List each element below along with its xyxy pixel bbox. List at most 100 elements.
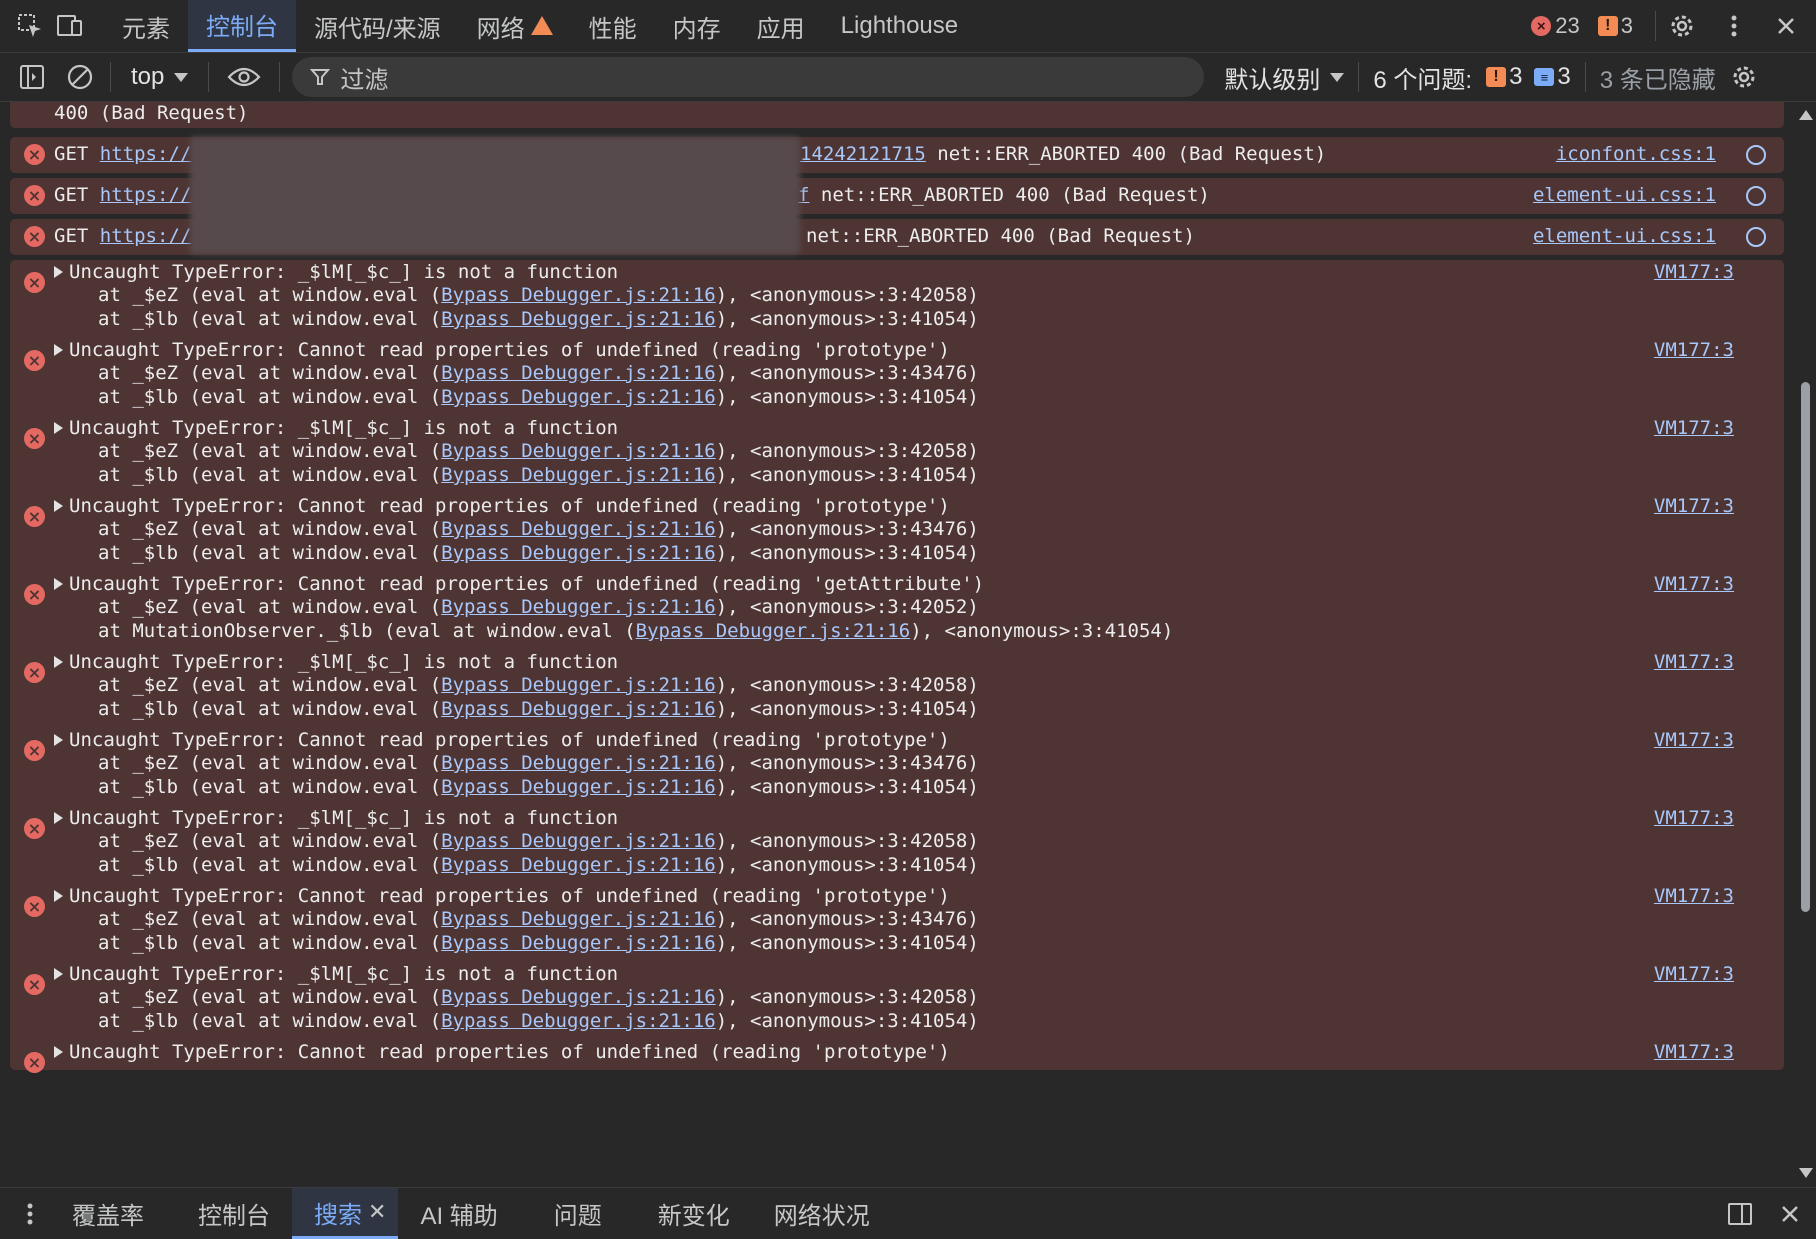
request-url-link[interactable]: https://	[100, 143, 192, 165]
stack-frame-link[interactable]: Bypass Debugger.js:21:16	[441, 776, 716, 798]
drawer-tab-changes[interactable]: 新变化	[636, 1188, 752, 1239]
source-link[interactable]: VM177:3	[1654, 883, 1734, 910]
expand-triangle-icon[interactable]	[54, 734, 63, 746]
stack-frame-link[interactable]: Bypass Debugger.js:21:16	[441, 596, 716, 618]
sidebar-toggle-icon[interactable]	[8, 53, 56, 101]
tab-lighthouse[interactable]: Lighthouse	[823, 0, 976, 52]
source-link[interactable]: VM177:3	[1654, 805, 1734, 832]
stack-frame-link[interactable]: Bypass Debugger.js:21:16	[441, 308, 716, 330]
tab-application[interactable]: 应用	[739, 0, 823, 52]
source-link[interactable]: VM177:3	[1654, 727, 1734, 754]
source-link[interactable]: VM177:3	[1654, 259, 1734, 286]
log-levels-dropdown[interactable]: 默认级别	[1224, 60, 1345, 95]
request-url-link[interactable]: https://	[100, 184, 192, 206]
stack-frame-link[interactable]: Bypass Debugger.js:21:16	[441, 464, 716, 486]
stack-frame-link[interactable]: Bypass Debugger.js:21:16	[636, 620, 911, 642]
more-vertical-icon[interactable]	[1708, 0, 1760, 52]
dock-side-icon[interactable]	[1714, 1188, 1766, 1239]
console-error-row[interactable]: × Uncaught TypeError: _$lM[_$c_] is not a…	[10, 260, 1784, 345]
scroll-down-icon[interactable]	[1799, 1168, 1813, 1178]
console-error-row[interactable]: × Uncaught TypeError: _$lM[_$c_] is not a…	[10, 650, 1784, 735]
source-link[interactable]: element-ui.css:1	[1533, 223, 1716, 250]
stack-frame-link[interactable]: Bypass Debugger.js:21:16	[441, 284, 716, 306]
stack-frame-link[interactable]: Bypass Debugger.js:21:16	[441, 932, 716, 954]
drawer-more-icon[interactable]	[10, 1188, 50, 1239]
error-message[interactable]: Uncaught TypeError: Cannot read properti…	[54, 1039, 950, 1066]
close-drawer-icon[interactable]	[1764, 1188, 1816, 1239]
source-link[interactable]: VM177:3	[1654, 1039, 1734, 1066]
stack-frame-link[interactable]: Bypass Debugger.js:21:16	[441, 830, 716, 852]
tab-sources[interactable]: 源代码/来源	[296, 0, 459, 52]
request-url-link[interactable]: https://	[100, 225, 192, 247]
stack-frame-link[interactable]: Bypass Debugger.js:21:16	[441, 362, 716, 384]
console-error-row[interactable]: × Uncaught TypeError: Cannot read propert…	[10, 572, 1784, 657]
console-settings-gear-icon[interactable]	[1720, 53, 1768, 101]
drawer-tab-coverage[interactable]: 覆盖率	[50, 1188, 166, 1239]
drawer-tab-ai-assistance[interactable]: AI 辅助	[398, 1188, 519, 1239]
device-toolbar-icon[interactable]	[50, 0, 90, 52]
console-error-row[interactable]: × Uncaught TypeError: Cannot read propert…	[10, 728, 1784, 813]
stack-frame-link[interactable]: Bypass Debugger.js:21:16	[441, 1010, 716, 1032]
source-link[interactable]: VM177:3	[1654, 571, 1734, 598]
scrollbar-thumb[interactable]	[1801, 382, 1810, 912]
stack-frame-link[interactable]: Bypass Debugger.js:21:16	[441, 854, 716, 876]
expand-triangle-icon[interactable]	[54, 890, 63, 902]
clear-console-icon[interactable]	[56, 53, 104, 101]
source-link[interactable]: VM177:3	[1654, 961, 1734, 988]
tab-memory[interactable]: 内存	[655, 0, 739, 52]
stack-frame-link[interactable]: Bypass Debugger.js:21:16	[441, 674, 716, 696]
drawer-tab-console[interactable]: 控制台	[176, 1188, 292, 1239]
source-link[interactable]: VM177:3	[1654, 649, 1734, 676]
filter-input[interactable]: 过滤	[292, 57, 1205, 97]
expand-triangle-icon[interactable]	[54, 578, 63, 590]
close-icon[interactable]: ✕	[368, 1199, 386, 1225]
eye-icon[interactable]	[215, 53, 273, 101]
tab-elements[interactable]: 元素	[104, 0, 188, 52]
source-link[interactable]: VM177:3	[1654, 415, 1734, 442]
tab-network[interactable]: 网络	[459, 0, 571, 52]
stack-frame-link[interactable]: Bypass Debugger.js:21:16	[441, 908, 716, 930]
console-scrollbar[interactable]	[1796, 102, 1816, 1186]
expand-triangle-icon[interactable]	[54, 344, 63, 356]
issues-button[interactable]: 6 个问题: ! 3 ≡ 3	[1373, 60, 1570, 95]
source-link[interactable]: iconfont.css:1	[1556, 141, 1716, 168]
console-error-row[interactable]: × Uncaught TypeError: _$lM[_$c_] is not a…	[10, 416, 1784, 501]
request-url-link-end[interactable]: 14242121715	[800, 143, 926, 165]
stack-frame-link[interactable]: Bypass Debugger.js:21:16	[441, 752, 716, 774]
console-error-row[interactable]: × Uncaught TypeError: Cannot read propert…	[10, 494, 1784, 579]
drawer-tab-network-conditions[interactable]: 网络状况	[752, 1188, 892, 1239]
expand-triangle-icon[interactable]	[54, 422, 63, 434]
inspect-element-icon[interactable]	[10, 0, 50, 52]
expand-triangle-icon[interactable]	[54, 968, 63, 980]
stack-frame-link[interactable]: Bypass Debugger.js:21:16	[441, 440, 716, 462]
network-request-icon[interactable]	[1746, 145, 1766, 165]
console-error-row[interactable]: × Uncaught TypeError: _$lM[_$c_] is not a…	[10, 962, 1784, 1047]
close-icon[interactable]	[1760, 0, 1812, 52]
source-link[interactable]: VM177:3	[1654, 337, 1734, 364]
network-request-icon[interactable]	[1746, 186, 1766, 206]
context-selector[interactable]: top	[117, 63, 202, 91]
source-link[interactable]: VM177:3	[1654, 493, 1734, 520]
stack-frame-link[interactable]: Bypass Debugger.js:21:16	[441, 518, 716, 540]
console-error-row[interactable]: × Uncaught TypeError: Cannot read propert…	[10, 884, 1784, 969]
tab-console[interactable]: 控制台	[188, 0, 296, 52]
stack-frame-link[interactable]: Bypass Debugger.js:21:16	[441, 386, 716, 408]
warning-count-button[interactable]: ! 3	[1597, 13, 1633, 39]
error-count-button[interactable]: × 23	[1531, 13, 1580, 39]
source-link[interactable]: element-ui.css:1	[1533, 182, 1716, 209]
scroll-up-icon[interactable]	[1799, 110, 1813, 120]
network-request-icon[interactable]	[1746, 227, 1766, 247]
expand-triangle-icon[interactable]	[54, 500, 63, 512]
expand-triangle-icon[interactable]	[54, 812, 63, 824]
settings-gear-icon[interactable]	[1656, 0, 1708, 52]
stack-frame-link[interactable]: Bypass Debugger.js:21:16	[441, 986, 716, 1008]
console-error-row[interactable]: × Uncaught TypeError: _$lM[_$c_] is not a…	[10, 806, 1784, 891]
console-error-row[interactable]: × Uncaught TypeError: Cannot read propert…	[10, 338, 1784, 423]
stack-frame-link[interactable]: Bypass Debugger.js:21:16	[441, 542, 716, 564]
expand-triangle-icon[interactable]	[54, 266, 63, 278]
expand-triangle-icon[interactable]	[54, 656, 63, 668]
expand-triangle-icon[interactable]	[54, 1046, 63, 1058]
drawer-tab-search[interactable]: 搜索 ✕	[292, 1188, 399, 1239]
drawer-tab-issues[interactable]: 问题	[532, 1188, 624, 1239]
tab-performance[interactable]: 性能	[571, 0, 655, 52]
